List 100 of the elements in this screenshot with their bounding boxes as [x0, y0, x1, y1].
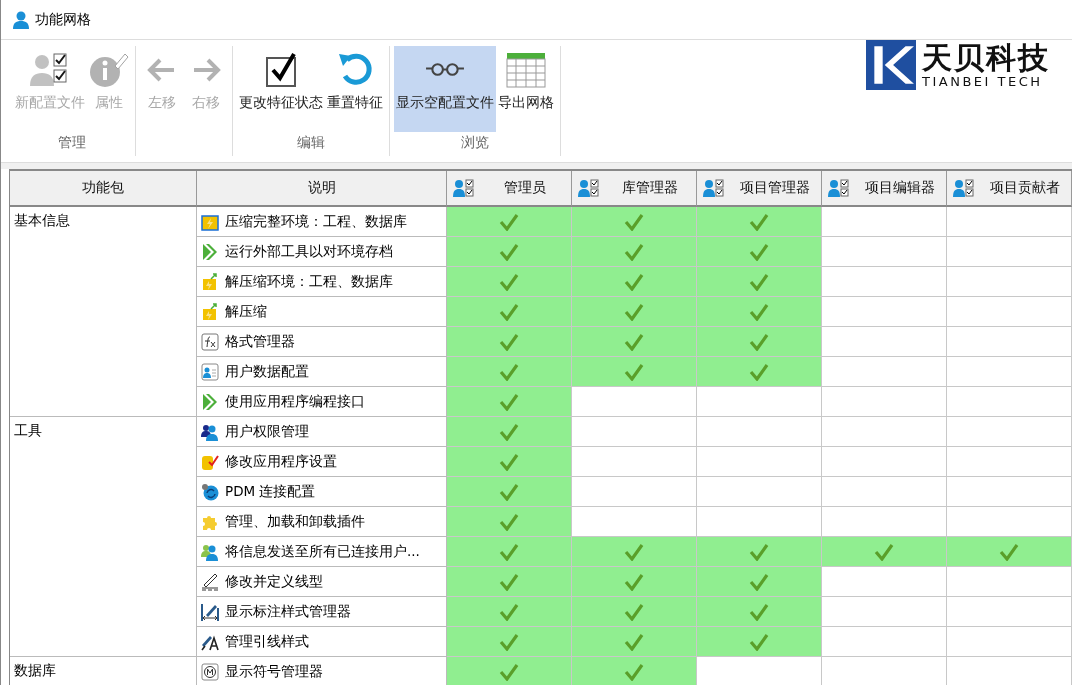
permission-cell[interactable] [697, 597, 822, 627]
permission-cell[interactable] [822, 327, 947, 357]
permission-cell[interactable] [947, 627, 1072, 657]
permission-cell[interactable] [697, 627, 822, 657]
permission-cell[interactable] [947, 537, 1072, 567]
permission-cell[interactable] [572, 507, 697, 537]
column-header[interactable]: 项目管理器 [697, 171, 822, 207]
permission-cell[interactable] [697, 357, 822, 387]
permission-cell[interactable] [447, 627, 572, 657]
column-header[interactable]: 管理员 [447, 171, 572, 207]
permission-cell[interactable] [447, 477, 572, 507]
permission-cell[interactable] [822, 357, 947, 387]
permission-cell[interactable] [697, 387, 822, 417]
permission-cell[interactable] [447, 387, 572, 417]
permission-cell[interactable] [947, 447, 1072, 477]
toolbar-button[interactable]: 显示空配置文件 [394, 46, 496, 132]
permission-cell[interactable] [572, 207, 697, 237]
toolbar-button[interactable]: 导出网格 [496, 46, 556, 132]
permission-cell[interactable] [947, 357, 1072, 387]
toolbar-button[interactable]: 更改特征状态 [237, 46, 325, 132]
permission-cell[interactable] [447, 327, 572, 357]
permission-cell[interactable] [822, 237, 947, 267]
permission-cell[interactable] [447, 597, 572, 627]
permission-cell[interactable] [822, 417, 947, 447]
permission-cell[interactable] [572, 477, 697, 507]
logo-name: 天贝科技 [922, 41, 1050, 74]
permission-cell[interactable] [822, 387, 947, 417]
column-header[interactable]: 说明 [197, 171, 447, 207]
toolbar-button[interactable]: 重置特征 [325, 46, 385, 132]
column-header[interactable]: 功能包 [10, 171, 197, 207]
column-header[interactable]: 库管理器 [572, 171, 697, 207]
permission-cell[interactable] [572, 597, 697, 627]
checkmark-icon [624, 662, 644, 681]
permission-cell[interactable] [947, 567, 1072, 597]
permission-cell[interactable] [697, 417, 822, 447]
checkmark-icon [624, 212, 644, 231]
permission-cell[interactable] [572, 237, 697, 267]
permission-cell[interactable] [947, 237, 1072, 267]
checkmark-icon [874, 542, 894, 561]
permission-cell[interactable] [822, 537, 947, 567]
permission-cell[interactable] [697, 297, 822, 327]
permission-cell[interactable] [572, 357, 697, 387]
permission-cell[interactable] [697, 267, 822, 297]
permission-cell[interactable] [822, 507, 947, 537]
checkmark-icon [499, 242, 519, 261]
permission-cell[interactable] [572, 417, 697, 447]
permission-cell[interactable] [447, 537, 572, 567]
permission-cell[interactable] [572, 387, 697, 417]
permission-cell[interactable] [822, 207, 947, 237]
permission-cell[interactable] [697, 237, 822, 267]
permission-cell[interactable] [822, 477, 947, 507]
permission-cell[interactable] [947, 207, 1072, 237]
checkmark-icon [624, 302, 644, 321]
column-header[interactable]: 项目贡献者 [947, 171, 1072, 207]
permission-cell[interactable] [572, 657, 697, 685]
permission-cell[interactable] [697, 447, 822, 477]
permission-cell[interactable] [572, 267, 697, 297]
permission-cell[interactable] [572, 537, 697, 567]
box-arrow-icon [201, 302, 219, 321]
permission-cell[interactable] [572, 567, 697, 597]
permission-cell[interactable] [447, 297, 572, 327]
permission-cell[interactable] [947, 327, 1072, 357]
permission-cell[interactable] [822, 267, 947, 297]
permission-cell[interactable] [947, 417, 1072, 447]
permission-cell[interactable] [447, 237, 572, 267]
permission-cell[interactable] [447, 357, 572, 387]
permission-cell[interactable] [822, 567, 947, 597]
permission-cell[interactable] [822, 627, 947, 657]
checkmark-icon [999, 542, 1019, 561]
permission-cell[interactable] [697, 537, 822, 567]
permission-cell[interactable] [572, 447, 697, 477]
permission-cell[interactable] [697, 507, 822, 537]
checkmark-icon [499, 362, 519, 381]
permission-cell[interactable] [697, 327, 822, 357]
permission-cell[interactable] [447, 447, 572, 477]
permission-cell[interactable] [947, 387, 1072, 417]
column-header[interactable]: 项目编辑器 [822, 171, 947, 207]
permission-cell[interactable] [947, 267, 1072, 297]
permission-cell[interactable] [447, 567, 572, 597]
permission-cell[interactable] [947, 507, 1072, 537]
checkmark-icon [499, 602, 519, 621]
permission-cell[interactable] [822, 597, 947, 627]
permission-cell[interactable] [947, 297, 1072, 327]
permission-cell[interactable] [697, 567, 822, 597]
permission-cell[interactable] [447, 207, 572, 237]
group-label: 浏览 [460, 134, 490, 152]
permission-cell[interactable] [697, 207, 822, 237]
permission-cell[interactable] [447, 657, 572, 685]
window-title: 功能网格 [35, 10, 91, 29]
permission-cell[interactable] [447, 507, 572, 537]
permission-cell[interactable] [572, 627, 697, 657]
permission-cell[interactable] [697, 477, 822, 507]
permission-cell[interactable] [947, 477, 1072, 507]
permission-cell[interactable] [572, 327, 697, 357]
permission-cell[interactable] [447, 267, 572, 297]
permission-cell[interactable] [947, 597, 1072, 627]
permission-cell[interactable] [572, 297, 697, 327]
permission-cell[interactable] [822, 447, 947, 477]
permission-cell[interactable] [822, 297, 947, 327]
permission-cell[interactable] [447, 417, 572, 447]
